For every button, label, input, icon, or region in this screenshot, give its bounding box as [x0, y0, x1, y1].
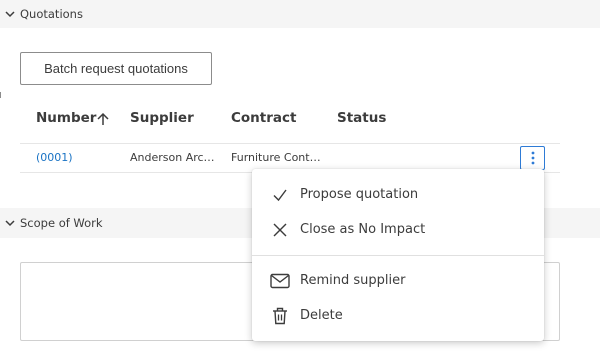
- menu-item-label: Delete: [300, 308, 343, 323]
- contract-cell: Furniture Cont…: [231, 151, 321, 164]
- menu-item-close-as-no-impact[interactable]: Close as No Impact: [252, 212, 544, 247]
- column-header-supplier[interactable]: Supplier: [130, 110, 194, 126]
- menu-item-label: Propose quotation: [300, 187, 419, 202]
- menu-item-delete[interactable]: Delete: [252, 298, 544, 333]
- menu-item-label: Close as No Impact: [300, 222, 426, 237]
- trash-icon: [270, 306, 290, 326]
- chevron-down-icon: [5, 220, 15, 227]
- menu-divider: [252, 255, 544, 256]
- close-icon: [270, 220, 290, 240]
- section-title-quotations: Quotations: [20, 7, 83, 21]
- column-header-contract[interactable]: Contract: [231, 110, 296, 126]
- sort-ascending-icon[interactable]: [96, 112, 110, 126]
- table-divider: [20, 143, 560, 144]
- menu-item-label: Remind supplier: [300, 273, 406, 288]
- quotation-number-link[interactable]: (0001): [36, 151, 73, 164]
- column-header-status[interactable]: Status: [337, 110, 386, 126]
- check-icon: [270, 185, 290, 205]
- row-actions-button[interactable]: [520, 146, 545, 170]
- menu-item-propose-quotation[interactable]: Propose quotation: [252, 177, 544, 212]
- column-header-number[interactable]: Number: [36, 110, 96, 126]
- divider: [0, 92, 1, 98]
- section-title-scope-of-work: Scope of Work: [20, 216, 103, 230]
- chevron-down-icon: [5, 11, 15, 18]
- supplier-cell: Anderson Arc…: [130, 151, 215, 164]
- mail-icon: [270, 271, 290, 291]
- section-header-quotations[interactable]: Quotations: [0, 0, 600, 28]
- menu-item-remind-supplier[interactable]: Remind supplier: [252, 263, 544, 298]
- more-vertical-icon: [531, 151, 534, 165]
- batch-request-quotations-button[interactable]: Batch request quotations: [20, 52, 212, 85]
- row-actions-menu: Propose quotation Close as No Impact Rem…: [252, 169, 544, 341]
